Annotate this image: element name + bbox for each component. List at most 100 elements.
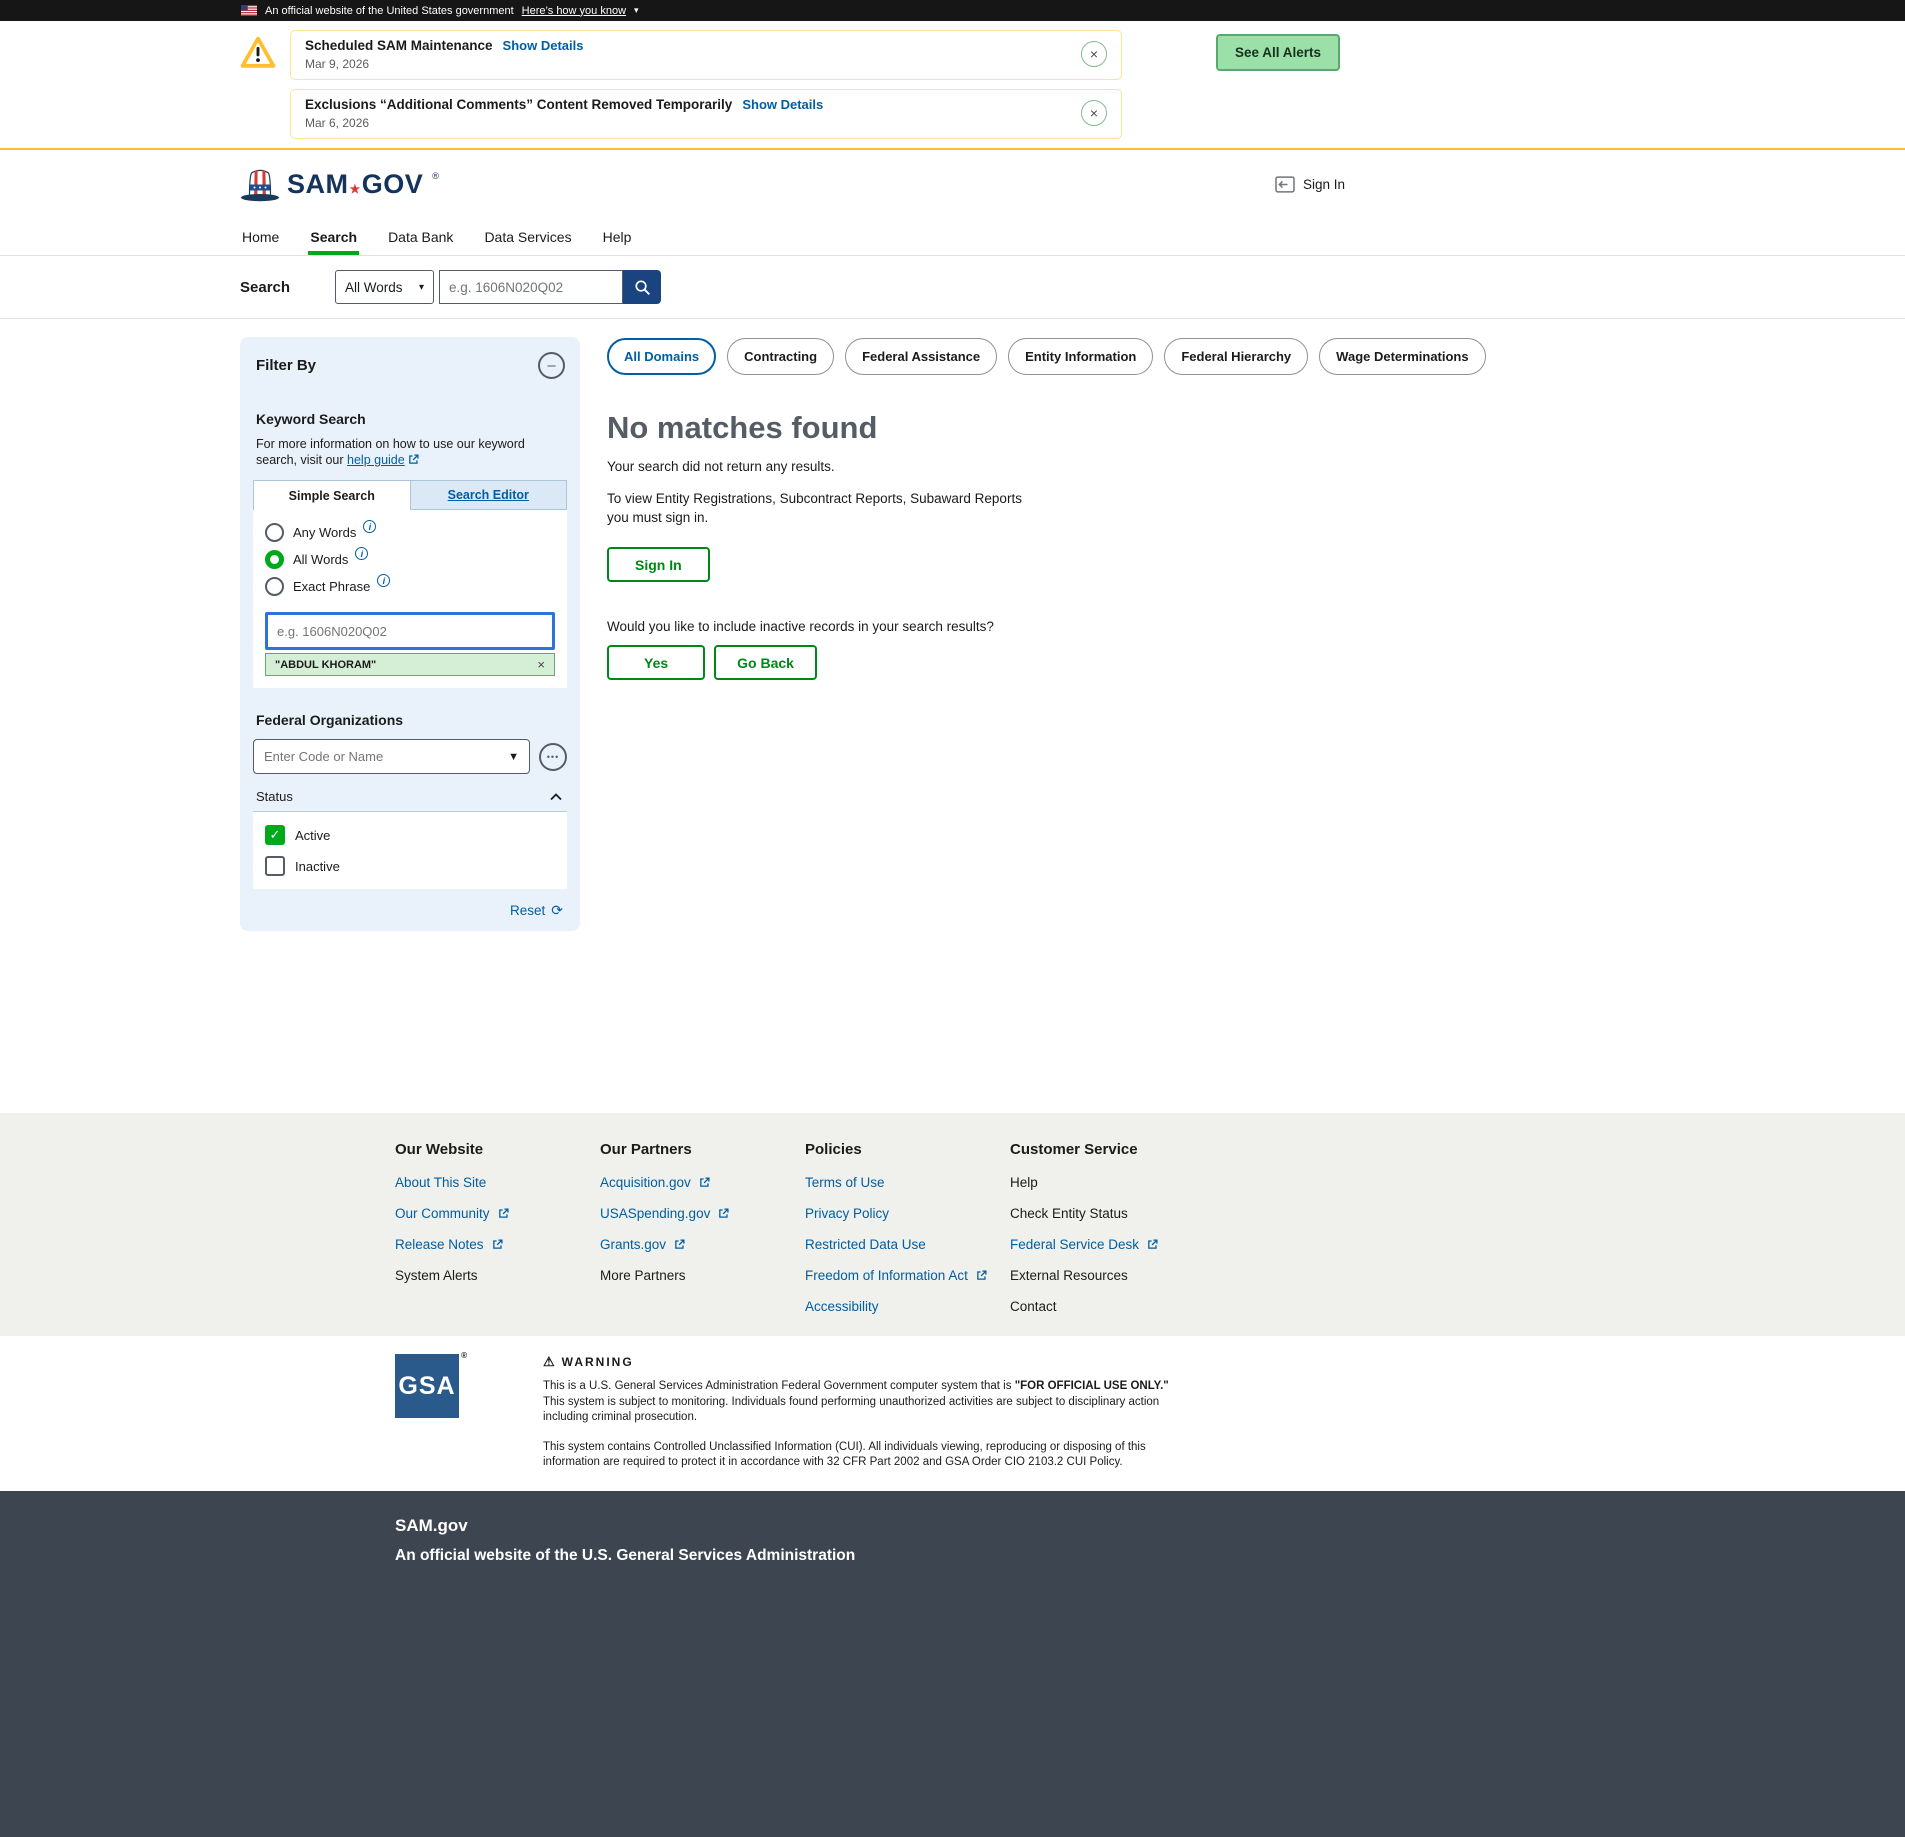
domain-wage-determinations[interactable]: Wage Determinations bbox=[1319, 338, 1485, 375]
filter-panel-title: Filter By bbox=[256, 357, 316, 374]
go-back-button[interactable]: Go Back bbox=[714, 645, 817, 680]
main-content: Filter By – Keyword Search For more info… bbox=[240, 319, 1345, 1113]
alert-show-details-link[interactable]: Show Details bbox=[503, 38, 584, 53]
radio-row-any-words: Any Words i bbox=[265, 523, 555, 542]
keyword-chip: "ABDUL KHORAM" × bbox=[265, 653, 555, 676]
domain-federal-assistance[interactable]: Federal Assistance bbox=[845, 338, 997, 375]
federal-organizations-select[interactable]: Enter Code or Name ▼ bbox=[253, 739, 530, 774]
warning-text-bold: "FOR OFFICIAL USE ONLY." bbox=[1015, 1380, 1169, 1392]
reset-filters-link[interactable]: Reset bbox=[510, 903, 545, 918]
keyword-search-input[interactable] bbox=[265, 612, 555, 650]
footer-link-accessibility[interactable]: Accessibility bbox=[805, 1299, 1010, 1314]
filter-collapse-button[interactable]: – bbox=[538, 352, 565, 379]
close-icon: × bbox=[1090, 105, 1098, 121]
header-sign-in-link[interactable]: Sign In bbox=[1275, 176, 1345, 193]
nav-data-services[interactable]: Data Services bbox=[482, 219, 573, 255]
footer-link-release-notes[interactable]: Release Notes bbox=[395, 1237, 600, 1252]
alert-date: Mar 9, 2026 bbox=[305, 57, 583, 71]
gsa-logo-text: GSA bbox=[398, 1372, 455, 1401]
footer-link-privacy-policy[interactable]: Privacy Policy bbox=[805, 1206, 1010, 1221]
domain-entity-information[interactable]: Entity Information bbox=[1008, 338, 1153, 375]
warning-title: WARNING bbox=[562, 1355, 634, 1369]
footer-link-label: Release Notes bbox=[395, 1237, 484, 1252]
alert-close-button[interactable]: × bbox=[1081, 41, 1107, 67]
footer-link-more-partners[interactable]: More Partners bbox=[600, 1268, 805, 1283]
checkbox-inactive[interactable] bbox=[265, 856, 285, 876]
domain-tabs: All Domains Contracting Federal Assistan… bbox=[607, 338, 1486, 375]
footer-link-label: Federal Service Desk bbox=[1010, 1237, 1139, 1252]
us-flag-icon bbox=[241, 5, 257, 16]
footer-link-about-this-site[interactable]: About This Site bbox=[395, 1175, 600, 1190]
federal-organizations-more-button[interactable]: ••• bbox=[539, 743, 567, 771]
domain-contracting[interactable]: Contracting bbox=[727, 338, 834, 375]
external-link-icon bbox=[492, 1239, 503, 1250]
logo-registered-mark: ® bbox=[432, 171, 439, 181]
radio-label: All Words bbox=[293, 552, 348, 567]
federal-organizations-title: Federal Organizations bbox=[253, 712, 567, 728]
footer-link-external-resources[interactable]: External Resources bbox=[1010, 1268, 1215, 1283]
footer-link-label: Restricted Data Use bbox=[805, 1237, 926, 1252]
footer-link-contact[interactable]: Contact bbox=[1010, 1299, 1215, 1314]
alert-maintenance: Scheduled SAM Maintenance Show Details M… bbox=[290, 30, 1122, 80]
radio-all-words[interactable] bbox=[265, 550, 284, 569]
footer-links-section: Our Website About This Site Our Communit… bbox=[0, 1113, 1905, 1336]
alert-show-details-link[interactable]: Show Details bbox=[742, 97, 823, 112]
banner-how-you-know-link[interactable]: Here’s how you know bbox=[522, 5, 626, 17]
footer-link-system-alerts[interactable]: System Alerts bbox=[395, 1268, 600, 1283]
footer-link-terms-of-use[interactable]: Terms of Use bbox=[805, 1175, 1010, 1190]
footer-link-label: Terms of Use bbox=[805, 1175, 885, 1190]
warning-block: ⚠ WARNING This is a U.S. General Service… bbox=[543, 1354, 1193, 1471]
minus-icon: – bbox=[547, 358, 555, 373]
nav-search[interactable]: Search bbox=[308, 219, 359, 255]
footer-link-label: Check Entity Status bbox=[1010, 1206, 1128, 1221]
footer-col-heading: Customer Service bbox=[1010, 1141, 1215, 1158]
nav-data-bank[interactable]: Data Bank bbox=[386, 219, 455, 255]
external-link-icon bbox=[718, 1208, 729, 1219]
search-submit-button[interactable] bbox=[623, 270, 661, 304]
footer-link-federal-service-desk[interactable]: Federal Service Desk bbox=[1010, 1237, 1215, 1252]
status-section-header[interactable]: Status bbox=[253, 789, 567, 812]
info-icon[interactable]: i bbox=[355, 547, 368, 560]
footer-link-label: USASpending.gov bbox=[600, 1206, 710, 1221]
results-sign-in-button[interactable]: Sign In bbox=[607, 547, 710, 582]
footer-tagline: An official website of the U.S. General … bbox=[395, 1547, 1905, 1565]
info-icon[interactable]: i bbox=[377, 574, 390, 587]
nav-home[interactable]: Home bbox=[240, 219, 281, 255]
domain-federal-hierarchy[interactable]: Federal Hierarchy bbox=[1164, 338, 1308, 375]
footer-dark-section: SAM.gov An official website of the U.S. … bbox=[0, 1491, 1905, 1837]
footer-link-usaspending-gov[interactable]: USASpending.gov bbox=[600, 1206, 805, 1221]
radio-any-words[interactable] bbox=[265, 523, 284, 542]
footer-link-our-community[interactable]: Our Community bbox=[395, 1206, 600, 1221]
domain-all-domains[interactable]: All Domains bbox=[607, 338, 716, 375]
checkbox-active[interactable]: ✓ bbox=[265, 825, 285, 845]
footer-col-our-partners: Our Partners Acquisition.gov USASpending… bbox=[600, 1141, 805, 1330]
footer-link-foia[interactable]: Freedom of Information Act bbox=[805, 1268, 1010, 1283]
footer-link-acquisition-gov[interactable]: Acquisition.gov bbox=[600, 1175, 805, 1190]
tab-simple-search[interactable]: Simple Search bbox=[253, 480, 411, 510]
footer-link-help[interactable]: Help bbox=[1010, 1175, 1215, 1190]
help-guide-link[interactable]: help guide bbox=[347, 453, 405, 467]
footer-link-label: Help bbox=[1010, 1175, 1038, 1190]
sam-gov-logo[interactable]: SAM★GOV ® bbox=[240, 168, 439, 202]
footer-link-grants-gov[interactable]: Grants.gov bbox=[600, 1237, 805, 1252]
see-all-alerts-button[interactable]: See All Alerts bbox=[1216, 34, 1340, 71]
alerts-section: Scheduled SAM Maintenance Show Details M… bbox=[0, 21, 1905, 150]
alert-close-button[interactable]: × bbox=[1081, 100, 1107, 126]
search-mode-select[interactable]: All Words ▾ bbox=[335, 270, 434, 304]
top-search-input[interactable] bbox=[439, 270, 623, 304]
info-icon[interactable]: i bbox=[363, 520, 376, 533]
nav-help[interactable]: Help bbox=[601, 219, 634, 255]
logo-sam-text: SAM bbox=[287, 169, 349, 200]
warning-paragraph-1: This is a U.S. General Services Administ… bbox=[543, 1379, 1193, 1426]
status-option-label: Active bbox=[295, 828, 330, 843]
check-icon: ✓ bbox=[270, 827, 281, 843]
alert-stack: Scheduled SAM Maintenance Show Details M… bbox=[290, 30, 1122, 139]
footer-link-restricted-data-use[interactable]: Restricted Data Use bbox=[805, 1237, 1010, 1252]
refresh-icon[interactable]: ⟳ bbox=[551, 902, 563, 919]
radio-exact-phrase[interactable] bbox=[265, 577, 284, 596]
tab-search-editor[interactable]: Search Editor bbox=[411, 480, 568, 510]
footer-link-label: Grants.gov bbox=[600, 1237, 666, 1252]
yes-button[interactable]: Yes bbox=[607, 645, 705, 680]
chip-remove-icon[interactable]: × bbox=[537, 657, 545, 672]
footer-link-check-entity-status[interactable]: Check Entity Status bbox=[1010, 1206, 1215, 1221]
